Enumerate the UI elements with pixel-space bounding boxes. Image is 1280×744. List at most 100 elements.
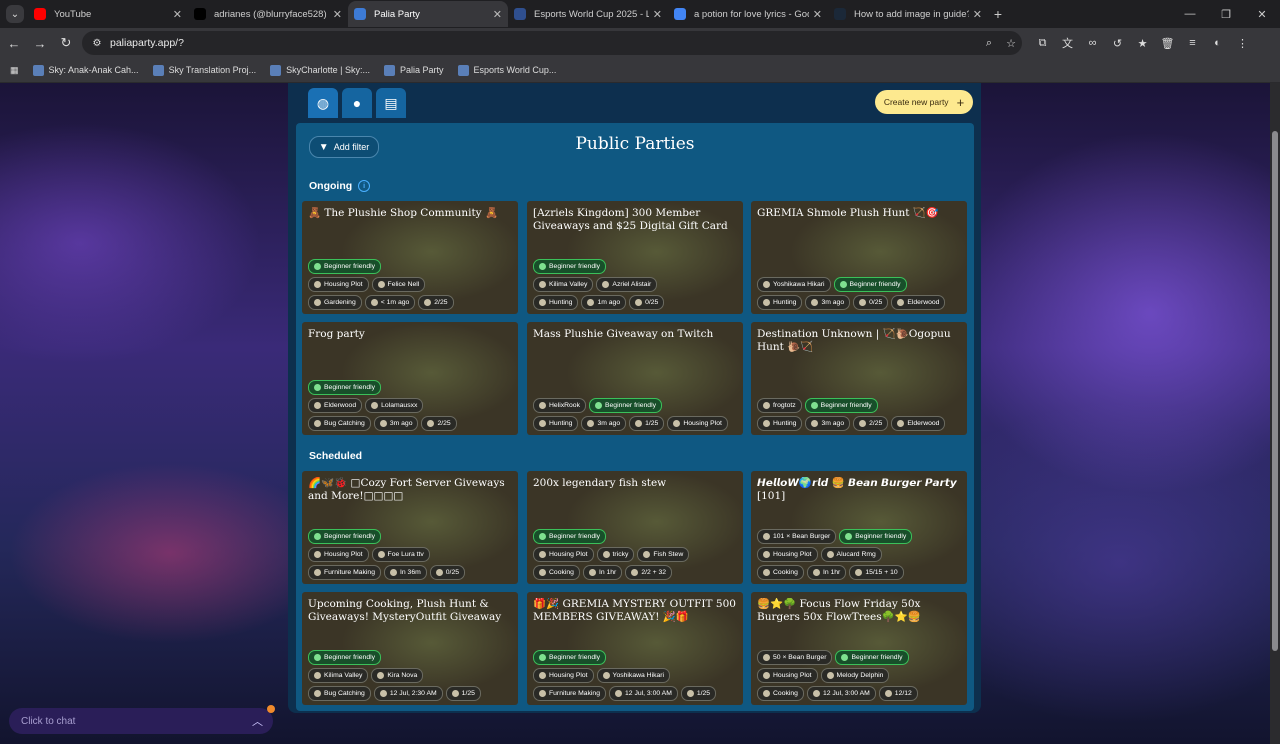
party-tags: Beginner friendly Housing Plot Yoshikawa H…: [533, 647, 739, 701]
restore-icon[interactable]: ❐: [1208, 0, 1244, 28]
translate-icon[interactable]: 文: [1055, 35, 1080, 51]
party-card[interactable]: Frog party Beginner friendly Elderwood Lola…: [302, 322, 518, 435]
browser-tab[interactable]: adrianes (@blurryface528) / X ✕: [188, 1, 348, 27]
forward-icon[interactable]: →: [28, 31, 52, 55]
plus-icon: +: [956, 94, 965, 110]
party-card[interactable]: 𝙃𝙚𝙡𝙡𝙤𝙒🌍𝙧𝙡𝙙 🍔 𝘽𝙚𝙖𝙣 𝘽𝙪𝙧𝙜𝙚𝙧 𝙋𝙖𝙧𝙩𝙮 [101] 101 …: [751, 471, 967, 584]
party-card[interactable]: 🌈🦋🐞 □Cozy Fort Server Giveways and More!…: [302, 471, 518, 584]
link-icon[interactable]: ∞: [1080, 37, 1105, 49]
bookmark-item[interactable]: SkyCharlotte | Sky:...: [270, 64, 370, 76]
tag-text: 1/25: [645, 420, 659, 427]
party-tag: 3m ago: [581, 416, 627, 431]
bookmark-item[interactable]: Sky Translation Proj...: [152, 64, 256, 76]
bookmark-item[interactable]: Esports World Cup...: [457, 64, 556, 76]
close-tab-icon[interactable]: ✕: [173, 8, 182, 21]
bookmark-item[interactable]: Palia Party: [383, 64, 444, 76]
page-scrollbar[interactable]: [1270, 83, 1280, 744]
my-parties-tab-user-icon[interactable]: ●: [342, 88, 372, 118]
site-info-icon[interactable]: ⚙: [90, 36, 104, 50]
close-tab-icon[interactable]: ✕: [653, 8, 662, 21]
bookmark-item[interactable]: Sky: Anak-Anak Cah...: [32, 64, 139, 76]
party-card[interactable]: Mass Plushie Giveaway on Twitch HelixRook…: [527, 322, 743, 435]
zoom-icon[interactable]: ⌕: [978, 37, 1000, 50]
minimize-icon[interactable]: —: [1172, 0, 1208, 28]
party-card[interactable]: 200x legendary fish stew Beginner friendl…: [527, 471, 743, 584]
party-tag: Fish Stew: [637, 547, 690, 562]
tag-row: Cooking 12 Jul, 3:00 AM 12/12: [757, 686, 963, 701]
browser-tab[interactable]: Palia Party ✕: [348, 1, 508, 27]
back-icon[interactable]: ←: [2, 31, 26, 55]
tag-icon: [370, 299, 378, 306]
chat-placeholder: Click to chat: [21, 715, 76, 727]
close-window-icon[interactable]: ✕: [1244, 0, 1280, 28]
beginner-friendly-badge: Beginner friendly: [308, 380, 382, 395]
party-card[interactable]: 🍔⭐🌳 Focus Flow Friday 50x Burgers 50x Fl…: [751, 592, 967, 705]
view-tabs: ◍ ● ▤: [308, 88, 410, 118]
apps-grid-icon[interactable]: ▦: [10, 65, 19, 76]
public-parties-tab-globe-icon[interactable]: ◍: [308, 88, 338, 118]
close-tab-icon[interactable]: ✕: [813, 8, 822, 21]
media-icon[interactable]: ≡: [1180, 37, 1205, 49]
page-title: Public Parties: [575, 134, 695, 154]
menu-icon[interactable]: ⋮: [1230, 37, 1255, 50]
news-tab-icon[interactable]: ▤: [376, 88, 406, 118]
tag-text: Alucard Rmg: [836, 551, 876, 558]
party-title: 𝙃𝙚𝙡𝙡𝙤𝙒🌍𝙧𝙡𝙙 🍔 𝘽𝙚𝙖𝙣 𝘽𝙪𝙧𝙜𝙚𝙧 𝙋𝙖𝙧𝙩𝙮 [101]: [757, 477, 957, 502]
tag-text: Elderwood: [907, 420, 940, 427]
tag-text: Beginner friendly: [855, 533, 907, 540]
party-title: GREMIA Shmole Plush Hunt 🏹🎯: [757, 207, 939, 219]
bookmark-star-icon[interactable]: ☆: [1000, 37, 1022, 50]
tab-title: adrianes (@blurryface528) / X: [214, 8, 329, 20]
browser-tab[interactable]: YouTube ✕: [28, 1, 188, 27]
party-tag: 0/25: [429, 565, 466, 580]
tag-icon: [424, 299, 432, 306]
party-tag: 101 × Bean Burger: [757, 529, 837, 544]
browser-tab[interactable]: How to add image in guide? :: S ✕: [828, 1, 988, 27]
beginner-friendly-badge: Beginner friendly: [308, 650, 382, 665]
party-card[interactable]: Upcoming Cooking, Plush Hunt & Giveaways…: [302, 592, 518, 705]
party-tag: In 36m: [384, 565, 427, 580]
create-party-button[interactable]: Create new party +: [875, 90, 973, 114]
chevron-up-icon[interactable]: ︿: [252, 713, 263, 729]
party-card[interactable]: Destination Unknown | 🏹🐌Ogopuu Hunt 🐌🏹 fr…: [751, 322, 967, 435]
url-text[interactable]: paliaparty.app/?: [110, 37, 978, 49]
close-tab-icon[interactable]: ✕: [493, 8, 502, 21]
browser-tab[interactable]: a potion for love lyrics - Google ✕: [668, 1, 828, 27]
reload-icon[interactable]: ↻: [54, 31, 78, 55]
delete-icon[interactable]: 🗑: [1155, 37, 1180, 50]
tag-text: 50 × Bean Burger: [773, 654, 827, 661]
party-tags: Beginner friendly Kilima Valley Azriel Ali…: [533, 256, 739, 310]
tag-icon: [859, 299, 867, 306]
close-tab-icon[interactable]: ✕: [333, 8, 342, 21]
chat-bar[interactable]: Click to chat ︿: [9, 705, 275, 734]
favorites-icon[interactable]: ★: [1130, 37, 1155, 50]
close-tab-icon[interactable]: ✕: [973, 8, 982, 21]
scrollbar-thumb[interactable]: [1272, 131, 1278, 651]
tag-icon: [635, 420, 643, 427]
info-icon[interactable]: i: [358, 180, 371, 192]
tag-row: Beginner friendly: [308, 529, 514, 544]
party-card[interactable]: [Azriels Kingdom] 300 Member Giveaways a…: [527, 201, 743, 314]
add-filter-button[interactable]: ▼ Add filter: [309, 136, 379, 158]
tag-text: Housing Plot: [773, 551, 812, 558]
new-tab-button[interactable]: +: [988, 6, 1008, 22]
party-tag: 3m ago: [373, 416, 419, 431]
party-tag: Elderwood: [308, 398, 363, 413]
tag-text: 2/25: [869, 420, 883, 427]
history-icon[interactable]: ↺: [1105, 37, 1130, 50]
party-card[interactable]: GREMIA Shmole Plush Hunt 🏹🎯 Yoshikawa Hik…: [751, 201, 967, 314]
extensions-icon[interactable]: ⧉: [1030, 37, 1055, 50]
party-tag: Kilima Valley: [308, 668, 369, 683]
browser-tab[interactable]: Esports World Cup 2025 - Liqui ✕: [508, 1, 668, 27]
party-tag: Felice Nell: [371, 277, 426, 292]
party-title: Upcoming Cooking, Plush Hunt & Giveaways…: [308, 598, 502, 623]
party-card[interactable]: 🎁🎉 GREMIA MYSTERY OUTFIT 500 MEMBERS GIV…: [527, 592, 743, 705]
tab-search-icon[interactable]: ⌄: [6, 5, 24, 23]
tag-icon: [763, 299, 770, 306]
party-card[interactable]: 🧸 The Plushie Shop Community 🧸 Beginner f…: [302, 201, 518, 314]
tag-icon: [539, 551, 546, 558]
tag-icon: [379, 690, 387, 697]
tag-row: Furniture Making 12 Jul, 3:00 AM 1/25: [533, 686, 739, 701]
profile-avatar[interactable]: ◐: [1205, 37, 1230, 49]
omnibox[interactable]: ⚙ paliaparty.app/? ⌕ ☆: [82, 31, 1022, 55]
